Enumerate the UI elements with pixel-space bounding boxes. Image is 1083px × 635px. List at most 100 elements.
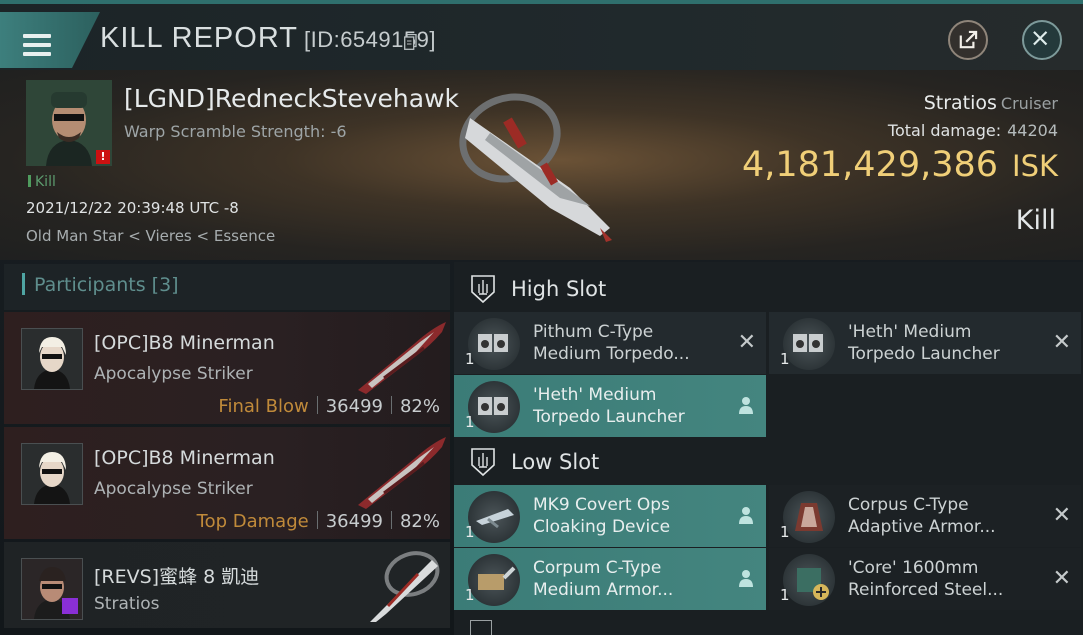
close-icon (1033, 31, 1048, 46)
share-button[interactable] (948, 20, 988, 60)
victim-ship-image[interactable] (450, 78, 640, 248)
low-slot-icon (471, 448, 495, 477)
hamburger-icon (23, 34, 51, 56)
participant-ship-image (358, 437, 446, 509)
destroyed-icon: ✕ (1052, 503, 1071, 528)
item-name: 'Heth' Medium Torpedo Launcher (533, 384, 685, 428)
menu-button[interactable] (0, 12, 100, 68)
item-name: Pithum C-Type Medium Torpedo... (533, 321, 690, 365)
mid-slot-icon (470, 620, 492, 635)
isk-amount: 4,181,429,386 (741, 145, 999, 185)
participants-label-text: Participants (34, 274, 146, 296)
armor-plate-icon (783, 554, 835, 606)
participant-name[interactable]: [OPC]B8 Minerman (94, 332, 275, 354)
cloaking-device-icon (468, 491, 520, 543)
high-slot-label: High Slot (511, 277, 607, 301)
item-quantity: 1 (465, 523, 475, 541)
item-quantity: 1 (465, 350, 475, 368)
participant-ship: Apocalypse Striker (94, 364, 253, 384)
participant-name[interactable]: [OPC]B8 Minerman (94, 447, 275, 469)
participant-row[interactable]: [OPC]B8 Minerman Apocalypse Striker Fina… (4, 312, 450, 424)
blow-tag: Final Blow (218, 396, 309, 417)
victim-ship[interactable]: Stratios Cruiser (924, 92, 1058, 114)
victim-pilot-name[interactable]: [LGND]RedneckStevehawk (124, 84, 459, 113)
item-quantity: 1 (465, 413, 475, 431)
kill-report-window: KILL REPORT [ID:6549159] ! [LGND]RedneckS… (0, 0, 1083, 635)
participant-ship-image (370, 551, 440, 622)
item-quantity: 1 (780, 523, 790, 541)
dropped-person-icon (739, 507, 753, 524)
damage-tag: Top Damage (196, 511, 309, 532)
total-damage-label: Total damage: (887, 121, 1002, 140)
item-quantity: 1 (465, 586, 475, 604)
item-name: 'Core' 1600mm Reinforced Steel... (848, 557, 1003, 601)
participant-row[interactable]: [REVS]蜜蜂 8 凱迪 Stratios (4, 542, 450, 628)
kill-location[interactable]: Old Man Star < Vieres < Essence (26, 227, 275, 245)
share-icon (959, 30, 978, 49)
window-header: KILL REPORT [ID:6549159] (0, 4, 1083, 70)
fitting-item[interactable]: 1 Pithum C-Type Medium Torpedo... ✕ (454, 312, 766, 374)
item-name: Corpus C-Type Adaptive Armor... (848, 494, 996, 538)
participant-row[interactable]: [OPC]B8 Minerman Apocalypse Striker Top … (4, 427, 450, 539)
low-slot-label: Low Slot (511, 450, 600, 474)
item-name-line1: 'Core' 1600mm (848, 558, 979, 578)
avatar (21, 443, 83, 505)
destroyed-icon: ✕ (737, 330, 756, 355)
high-slot-header: High Slot (454, 264, 1083, 312)
dropped-person-icon (739, 397, 753, 414)
item-quantity: 1 (780, 586, 790, 604)
alert-badge: ! (96, 150, 110, 164)
fitting-item[interactable]: 1 'Heth' Medium Torpedo Launcher ✕ (769, 312, 1081, 374)
fitting-item[interactable]: 1 Corpus C-Type Adaptive Armor... ✕ (769, 485, 1081, 547)
window-title: KILL REPORT [ID:6549159] (100, 22, 436, 55)
armor-repairer-icon (468, 554, 520, 606)
participant-name[interactable]: [REVS]蜜蜂 8 凱迪 (94, 562, 259, 589)
participant-percent: 82% (399, 396, 440, 417)
participant-ship-image (358, 322, 446, 394)
item-name-line1: MK9 Covert Ops (533, 495, 670, 515)
item-name-line2: Medium Armor... (533, 580, 674, 600)
fitting-item[interactable]: 1 Corpum C-Type Medium Armor... (454, 548, 766, 610)
item-name: 'Heth' Medium Torpedo Launcher (848, 321, 1000, 365)
ship-class-text: Cruiser (1000, 94, 1058, 113)
item-quantity: 1 (780, 350, 790, 368)
item-name-line1: Pithum C-Type (533, 322, 654, 342)
item-name-line1: 'Heth' Medium (533, 385, 657, 405)
isk-value: 4,181,429,386 ISK (742, 145, 1058, 185)
total-damage: Total damage: 44204 (888, 121, 1058, 140)
item-name: MK9 Covert Ops Cloaking Device (533, 494, 670, 538)
item-name-line2: Adaptive Armor... (848, 517, 996, 537)
participant-damage: 36499 (325, 511, 383, 532)
header-bar (22, 273, 25, 295)
kill-datetime: 2021/12/22 20:39:48 UTC -8 (26, 199, 239, 217)
participants-header: Participants [3] (4, 264, 450, 310)
fitting-item[interactable]: 1 'Heth' Medium Torpedo Launcher (454, 375, 766, 437)
corp-badge-icon (62, 598, 78, 614)
destroyed-icon: ✕ (1052, 330, 1071, 355)
fitting-item[interactable]: 1 MK9 Covert Ops Cloaking Device (454, 485, 766, 547)
participant-stats: Top Damage 36499 82% (197, 511, 440, 532)
item-name-line2: Torpedo Launcher (848, 344, 1000, 364)
low-slot-header: Low Slot (454, 437, 1083, 485)
high-slot-icon (471, 275, 495, 304)
fitting-item[interactable]: 1 'Core' 1600mm Reinforced Steel... ✕ (769, 548, 1081, 610)
ship-name-text: Stratios (923, 92, 997, 114)
torpedo-launcher-icon (468, 318, 520, 370)
kill-result: Kill (1015, 205, 1056, 236)
dropped-person-icon (739, 570, 753, 587)
participant-damage: 36499 (325, 396, 383, 417)
item-name-line1: 'Heth' Medium (848, 322, 972, 342)
item-name-line1: Corpus C-Type (848, 495, 969, 515)
participants-label: Participants [3] (34, 274, 179, 296)
close-button[interactable] (1022, 20, 1062, 60)
item-name-line2: Reinforced Steel... (848, 580, 1004, 600)
isk-unit: ISK (1012, 149, 1058, 183)
item-name-line1: Corpum C-Type (533, 558, 662, 578)
destroyed-icon: ✕ (1052, 566, 1071, 591)
total-damage-value: 44204 (1007, 121, 1058, 140)
torpedo-launcher-icon (783, 318, 835, 370)
copy-icon[interactable] (404, 34, 417, 50)
torpedo-launcher-icon (468, 381, 520, 433)
avatar (21, 328, 83, 390)
participant-stats: Final Blow 36499 82% (218, 396, 440, 417)
